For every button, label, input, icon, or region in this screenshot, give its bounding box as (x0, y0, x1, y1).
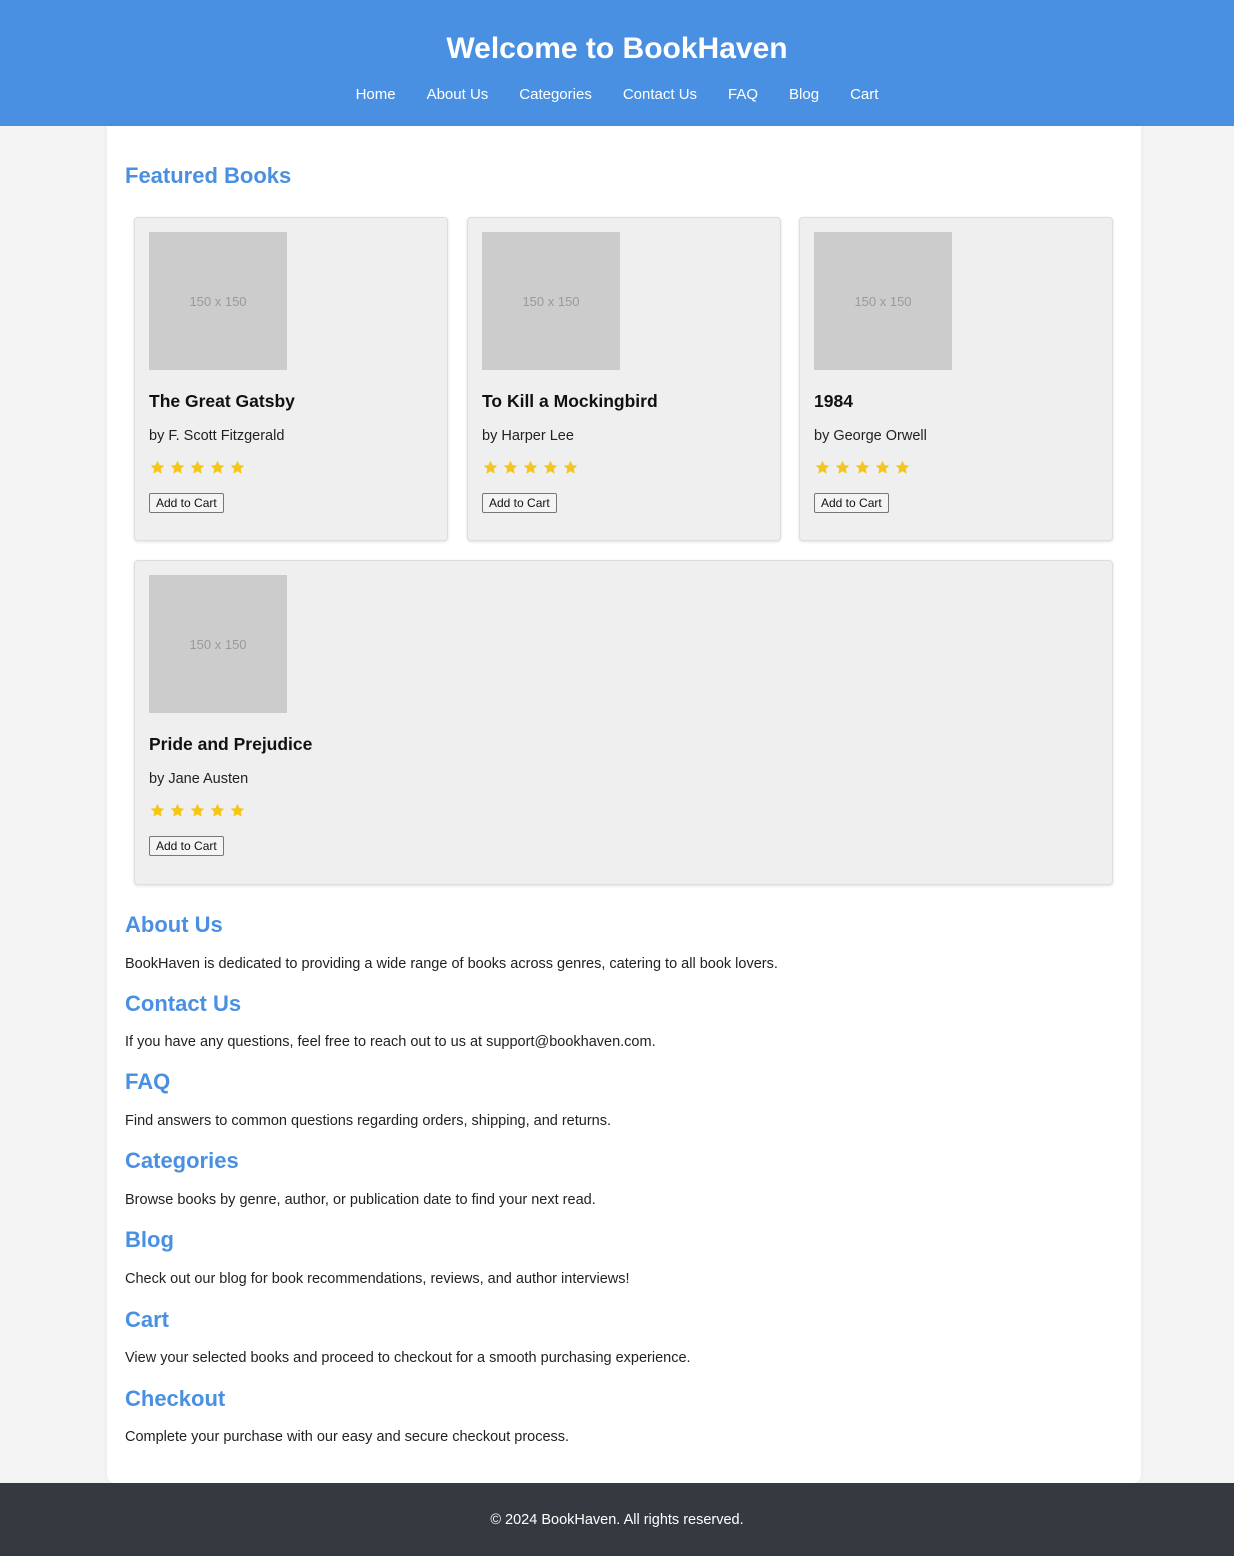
site-footer: © 2024 BookHaven. All rights reserved. (0, 1483, 1234, 1556)
book-card: 150 x 150 To Kill a Mockingbird by Harpe… (467, 217, 781, 541)
star-icon (502, 459, 519, 476)
star-icon (189, 459, 206, 476)
star-icon (542, 459, 559, 476)
book-card: 150 x 150 The Great Gatsby by F. Scott F… (134, 217, 448, 541)
book-title: Pride and Prejudice (149, 734, 313, 754)
star-icon (149, 459, 166, 476)
categories-text: Browse books by genre, author, or public… (125, 1192, 596, 1208)
star-icon (209, 459, 226, 476)
add-to-cart-button[interactable]: Add to Cart (149, 836, 224, 856)
star-icon (169, 802, 186, 819)
site-header: Welcome to BookHaven Home About Us Categ… (0, 0, 1234, 126)
about-us-heading: About Us (125, 912, 223, 937)
nav-cart[interactable]: Cart (835, 85, 894, 105)
book-card: 150 x 150 1984 by George Orwell Add to C… (799, 217, 1113, 541)
contact-us-text: If you have any questions, feel free to … (125, 1034, 656, 1050)
book-author: by Jane Austen (149, 771, 249, 787)
book-cover-image: 150 x 150 (149, 232, 287, 370)
star-icon (894, 459, 911, 476)
book-card: 150 x 150 Pride and Prejudice by Jane Au… (134, 560, 1113, 885)
checkout-heading: Checkout (125, 1386, 226, 1411)
star-icon (149, 802, 166, 819)
checkout-text: Complete your purchase with our easy and… (125, 1429, 570, 1445)
main-content: Featured Books 150 x 150 The Great Gatsb… (107, 126, 1141, 1483)
book-author: by F. Scott Fitzgerald (149, 428, 285, 444)
categories-heading: Categories (125, 1148, 239, 1173)
star-rating (814, 459, 911, 476)
nav-home[interactable]: Home (340, 85, 411, 105)
star-icon (189, 802, 206, 819)
star-rating (149, 802, 246, 819)
nav-contact-us[interactable]: Contact Us (607, 85, 712, 105)
star-icon (814, 459, 831, 476)
faq-heading: FAQ (125, 1069, 171, 1094)
book-author: by Harper Lee (482, 428, 574, 444)
nav-faq[interactable]: FAQ (713, 85, 774, 105)
main-nav: Home About Us Categories Contact Us FAQ … (0, 85, 1234, 105)
add-to-cart-button[interactable]: Add to Cart (149, 493, 224, 513)
star-rating (482, 459, 579, 476)
star-icon (482, 459, 499, 476)
blog-heading: Blog (125, 1227, 174, 1252)
add-to-cart-button[interactable]: Add to Cart (482, 493, 557, 513)
star-icon (874, 459, 891, 476)
blog-text: Check out our blog for book recommendati… (125, 1271, 630, 1287)
book-author: by George Orwell (814, 428, 927, 444)
nav-categories[interactable]: Categories (504, 85, 608, 105)
about-us-text: BookHaven is dedicated to providing a wi… (125, 956, 778, 972)
star-rating (149, 459, 246, 476)
star-icon (169, 459, 186, 476)
cart-text: View your selected books and proceed to … (125, 1350, 691, 1366)
star-icon (522, 459, 539, 476)
star-icon (854, 459, 871, 476)
site-title: Welcome to BookHaven (446, 32, 788, 65)
star-icon (834, 459, 851, 476)
faq-text: Find answers to common questions regardi… (125, 1113, 612, 1129)
star-icon (562, 459, 579, 476)
copyright-text: © 2024 BookHaven. All rights reserved. (490, 1512, 744, 1528)
book-cover-image: 150 x 150 (814, 232, 952, 370)
book-title: To Kill a Mockingbird (482, 391, 658, 411)
star-icon (209, 802, 226, 819)
star-icon (229, 459, 246, 476)
contact-us-heading: Contact Us (125, 991, 242, 1016)
star-icon (229, 802, 246, 819)
nav-about-us[interactable]: About Us (411, 85, 504, 105)
nav-blog[interactable]: Blog (774, 85, 835, 105)
add-to-cart-button[interactable]: Add to Cart (814, 493, 889, 513)
book-title: 1984 (814, 391, 853, 411)
book-title: The Great Gatsby (149, 391, 295, 411)
book-cover-image: 150 x 150 (149, 575, 287, 713)
cart-heading: Cart (125, 1307, 170, 1332)
book-cover-image: 150 x 150 (482, 232, 620, 370)
featured-books-heading: Featured Books (125, 163, 292, 188)
